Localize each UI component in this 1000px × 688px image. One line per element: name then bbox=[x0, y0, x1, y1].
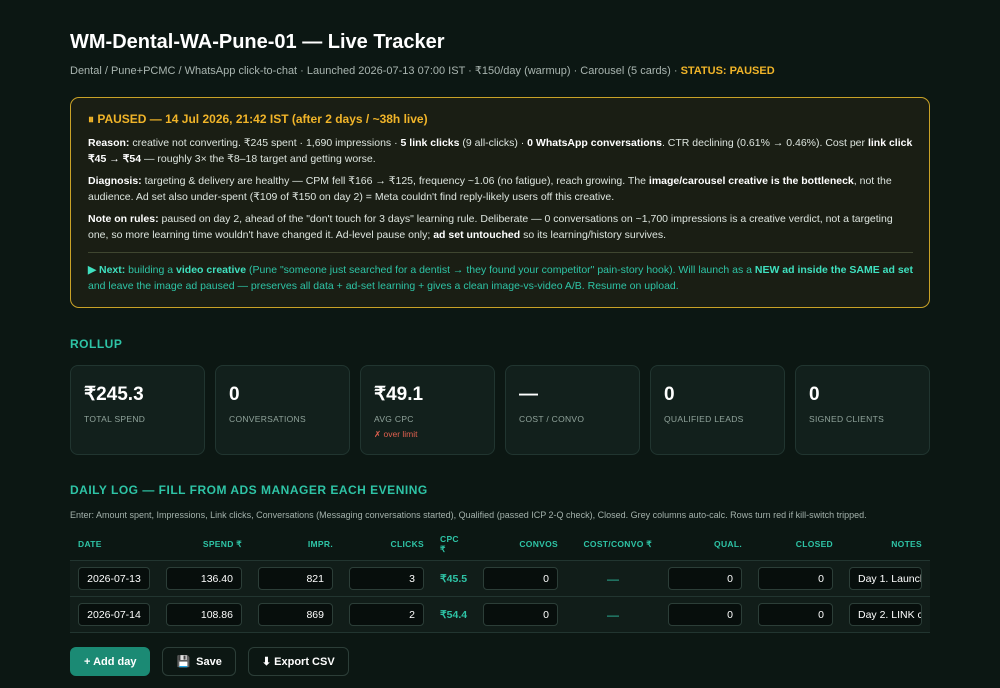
card-signed-clients: 0 SIGNED CLIENTS bbox=[795, 365, 930, 455]
spend-input[interactable]: 136.40 bbox=[166, 567, 242, 590]
rollup-heading: ROLLUP bbox=[70, 337, 123, 351]
col-spend: SPEND ₹ bbox=[202, 538, 242, 549]
diagnosis-text-1: targeting & delivery are healthy — CPM f… bbox=[141, 175, 649, 187]
daily-log-heading: DAILY LOG — FILL FROM ADS MANAGER EACH E… bbox=[70, 483, 428, 497]
page-subtitle: Dental / Pune+PCMC / WhatsApp click-to-c… bbox=[70, 64, 930, 77]
impressions-input[interactable]: 869 bbox=[258, 603, 333, 626]
paused-alert: ⏸ PAUSED — 14 Jul 2026, 21:42 IST (after… bbox=[70, 97, 930, 308]
reason-text-1: creative not converting. ₹245 spent · 1,… bbox=[129, 137, 401, 149]
col-cpc: CPC ₹ bbox=[440, 533, 459, 554]
card-cost-per-convo: — COST / CONVO bbox=[505, 365, 640, 455]
col-impressions: IMPR. bbox=[307, 539, 333, 549]
rules-label: Note on rules: bbox=[88, 213, 159, 225]
card-qualified-leads: 0 QUALIFIED LEADS bbox=[650, 365, 785, 455]
cost-convo-value: — bbox=[566, 596, 660, 633]
reason-text-3: . CTR declining (0.61% → 0.46%). Cost pe… bbox=[661, 137, 868, 149]
notes-input[interactable]: Day 1. Launch bbox=[849, 567, 922, 590]
alert-reason: Reason: creative not converting. ₹245 sp… bbox=[88, 135, 913, 167]
alert-title: ⏸ PAUSED — 14 Jul 2026, 21:42 IST (after… bbox=[88, 112, 428, 126]
export-csv-button[interactable]: ⬇ Export CSV bbox=[247, 647, 349, 676]
cpc-value: ₹54.4 bbox=[432, 596, 475, 633]
col-qualified: QUAL. bbox=[714, 539, 742, 549]
closed-input[interactable]: 0 bbox=[758, 603, 833, 626]
next-text-3: and leave the image ad paused — preserve… bbox=[88, 280, 679, 292]
diagnosis-bold-1: image/carousel creative is the bottlenec… bbox=[648, 175, 854, 187]
date-input[interactable]: 2026-07-13 bbox=[78, 567, 150, 590]
card-label: QUALIFIED LEADS bbox=[664, 414, 744, 424]
action-buttons: + Add day 💾 Save ⬇ Export CSV bbox=[70, 647, 930, 676]
card-label: TOTAL SPEND bbox=[84, 414, 146, 424]
alert-diagnosis: Diagnosis: targeting & delivery are heal… bbox=[88, 173, 913, 205]
next-text-1: building a bbox=[125, 264, 177, 276]
col-notes: NOTES bbox=[891, 539, 922, 549]
card-label: SIGNED CLIENTS bbox=[809, 414, 885, 424]
rules-text-2: so its learning/history survives. bbox=[520, 229, 667, 241]
alert-rules-note: Note on rules: paused on day 2, ahead of… bbox=[88, 211, 913, 243]
convos-input[interactable]: 0 bbox=[483, 567, 558, 590]
reason-bold-2: 0 WhatsApp conversations bbox=[527, 137, 662, 149]
impressions-input[interactable]: 821 bbox=[258, 567, 333, 590]
daily-log-table: DATE SPEND ₹ IMPR. CLICKS CPC ₹ CONVOS C… bbox=[70, 528, 930, 633]
reason-label: Reason: bbox=[88, 137, 130, 149]
add-day-button[interactable]: + Add day bbox=[70, 647, 151, 676]
cpc-value: ₹45.5 bbox=[432, 560, 475, 597]
over-limit-warning: ✗ over limit bbox=[374, 429, 418, 439]
clicks-input[interactable]: 3 bbox=[349, 567, 424, 590]
card-conversations: 0 CONVERSATIONS bbox=[215, 365, 350, 455]
card-value: 0 bbox=[664, 384, 675, 405]
reason-text-2: (9 all-clicks) · bbox=[459, 137, 528, 149]
col-convos: CONVOS bbox=[519, 539, 558, 549]
rollup-cards: ₹245.3 TOTAL SPEND 0 CONVERSATIONS ₹49.1… bbox=[70, 365, 930, 455]
qualified-input[interactable]: 0 bbox=[668, 603, 742, 626]
campaign-meta: Dental / Pune+PCMC / WhatsApp click-to-c… bbox=[70, 65, 678, 77]
reason-bold-1: 5 link clicks bbox=[400, 137, 460, 149]
diagnosis-label: Diagnosis: bbox=[88, 175, 142, 187]
card-total-spend: ₹245.3 TOTAL SPEND bbox=[70, 365, 205, 455]
notes-input[interactable]: Day 2. LINK c bbox=[849, 603, 922, 626]
save-label: Save bbox=[196, 655, 222, 668]
next-bold-2: NEW ad inside the SAME ad set bbox=[754, 264, 914, 276]
col-clicks: CLICKS bbox=[390, 539, 424, 549]
card-label: AVG CPC bbox=[374, 414, 414, 424]
next-bold-1: video creative bbox=[176, 264, 247, 276]
next-label: ▶ Next: bbox=[88, 264, 126, 276]
alert-divider bbox=[88, 252, 913, 253]
table-row: 2026-07-14 108.86 869 2 ₹54.4 0 — 0 0 Da… bbox=[70, 596, 930, 633]
card-value: 0 bbox=[229, 384, 240, 405]
card-label: COST / CONVO bbox=[519, 414, 585, 424]
alert-next-steps: ▶ Next: building a video creative (Pune … bbox=[88, 262, 913, 294]
table-header-row: DATE SPEND ₹ IMPR. CLICKS CPC ₹ CONVOS C… bbox=[70, 528, 930, 561]
col-cost-convo: COST/CONVO ₹ bbox=[583, 538, 652, 549]
cost-convo-value: — bbox=[566, 560, 660, 597]
card-label: CONVERSATIONS bbox=[229, 414, 306, 424]
card-value: ₹245.3 bbox=[84, 384, 144, 405]
reason-text-4: — roughly 3× the ₹8–18 target and gettin… bbox=[141, 153, 376, 165]
card-value: — bbox=[519, 384, 538, 405]
qualified-input[interactable]: 0 bbox=[668, 567, 742, 590]
status-badge: STATUS: PAUSED bbox=[680, 65, 775, 77]
save-icon: 💾 bbox=[176, 656, 191, 668]
date-input[interactable]: 2026-07-14 bbox=[78, 603, 150, 626]
col-date: DATE bbox=[78, 539, 102, 549]
clicks-input[interactable]: 2 bbox=[349, 603, 424, 626]
page-title: WM-Dental-WA-Pune-01 — Live Tracker bbox=[70, 31, 445, 53]
next-text-2: (Pune "someone just searched for a denti… bbox=[246, 264, 755, 276]
spend-input[interactable]: 108.86 bbox=[166, 603, 242, 626]
card-avg-cpc: ₹49.1 AVG CPC ✗ over limit bbox=[360, 365, 495, 455]
convos-input[interactable]: 0 bbox=[483, 603, 558, 626]
card-value: 0 bbox=[809, 384, 820, 405]
col-closed: CLOSED bbox=[795, 539, 833, 549]
closed-input[interactable]: 0 bbox=[758, 567, 833, 590]
card-value: ₹49.1 bbox=[374, 384, 424, 405]
save-button[interactable]: 💾 Save bbox=[162, 647, 236, 676]
table-row: 2026-07-13 136.40 821 3 ₹45.5 0 — 0 0 Da… bbox=[70, 560, 930, 597]
rules-bold-1: ad set untouched bbox=[433, 229, 521, 241]
daily-log-instructions: Enter: Amount spent, Impressions, Link c… bbox=[70, 510, 867, 520]
